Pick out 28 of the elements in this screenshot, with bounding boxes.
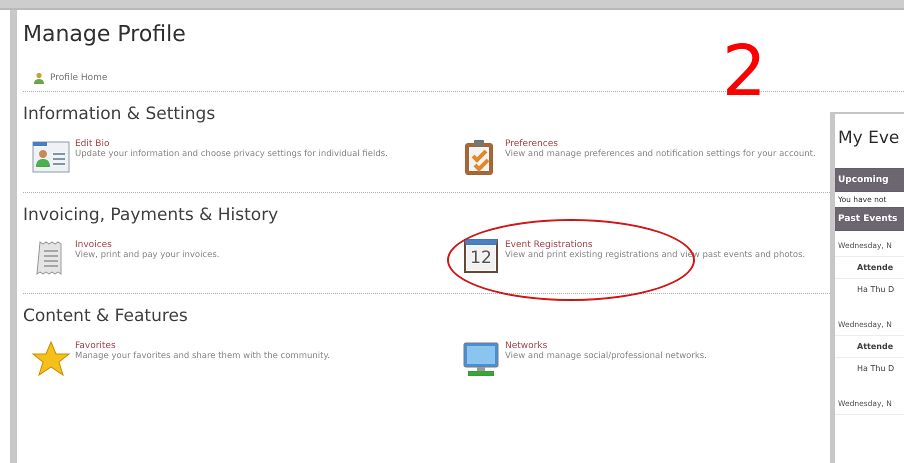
attendee-name: Ha Thu D — [856, 284, 896, 296]
item-description: View and manage social/professional networks. — [505, 351, 707, 361]
page-title: Manage Profile — [23, 22, 187, 49]
item-link[interactable]: Invoices — [75, 240, 220, 250]
attendee-name: Ha Thu D — [856, 363, 896, 375]
events-title: My Eve — [837, 128, 900, 150]
section-heading: Information & Settings — [23, 104, 216, 126]
past-events-header: Past Events — [835, 207, 904, 231]
star-icon — [32, 340, 70, 378]
person-icon — [33, 72, 45, 84]
upcoming-header: Upcoming — [835, 168, 904, 192]
item-description: View, print and pay your invoices. — [75, 250, 220, 260]
item-description: Manage your favorites and share them with the community. — [75, 351, 330, 361]
profile-home-link[interactable]: Profile Home — [50, 72, 108, 82]
item-link[interactable]: Edit Bio — [75, 139, 388, 149]
calendar-day: 12 — [470, 248, 492, 268]
item-link[interactable]: Event Registrations — [505, 240, 806, 250]
annotation-number: 2 — [722, 36, 767, 106]
attendee-label: Attende — [835, 336, 904, 358]
section-heading: Content & Features — [23, 306, 188, 328]
section-heading: Invoicing, Payments & History — [23, 205, 278, 227]
item-link[interactable]: Preferences — [505, 139, 816, 149]
monitor-icon — [462, 340, 500, 378]
item-link[interactable]: Favorites — [75, 341, 330, 351]
item-description: Update your information and choose privacy settings for individual fields. — [75, 149, 388, 159]
item-description: View and manage preferences and notification settings for your account. — [505, 149, 816, 159]
item-link[interactable]: Networks — [505, 341, 707, 351]
attendee-label: Attende — [835, 257, 904, 279]
